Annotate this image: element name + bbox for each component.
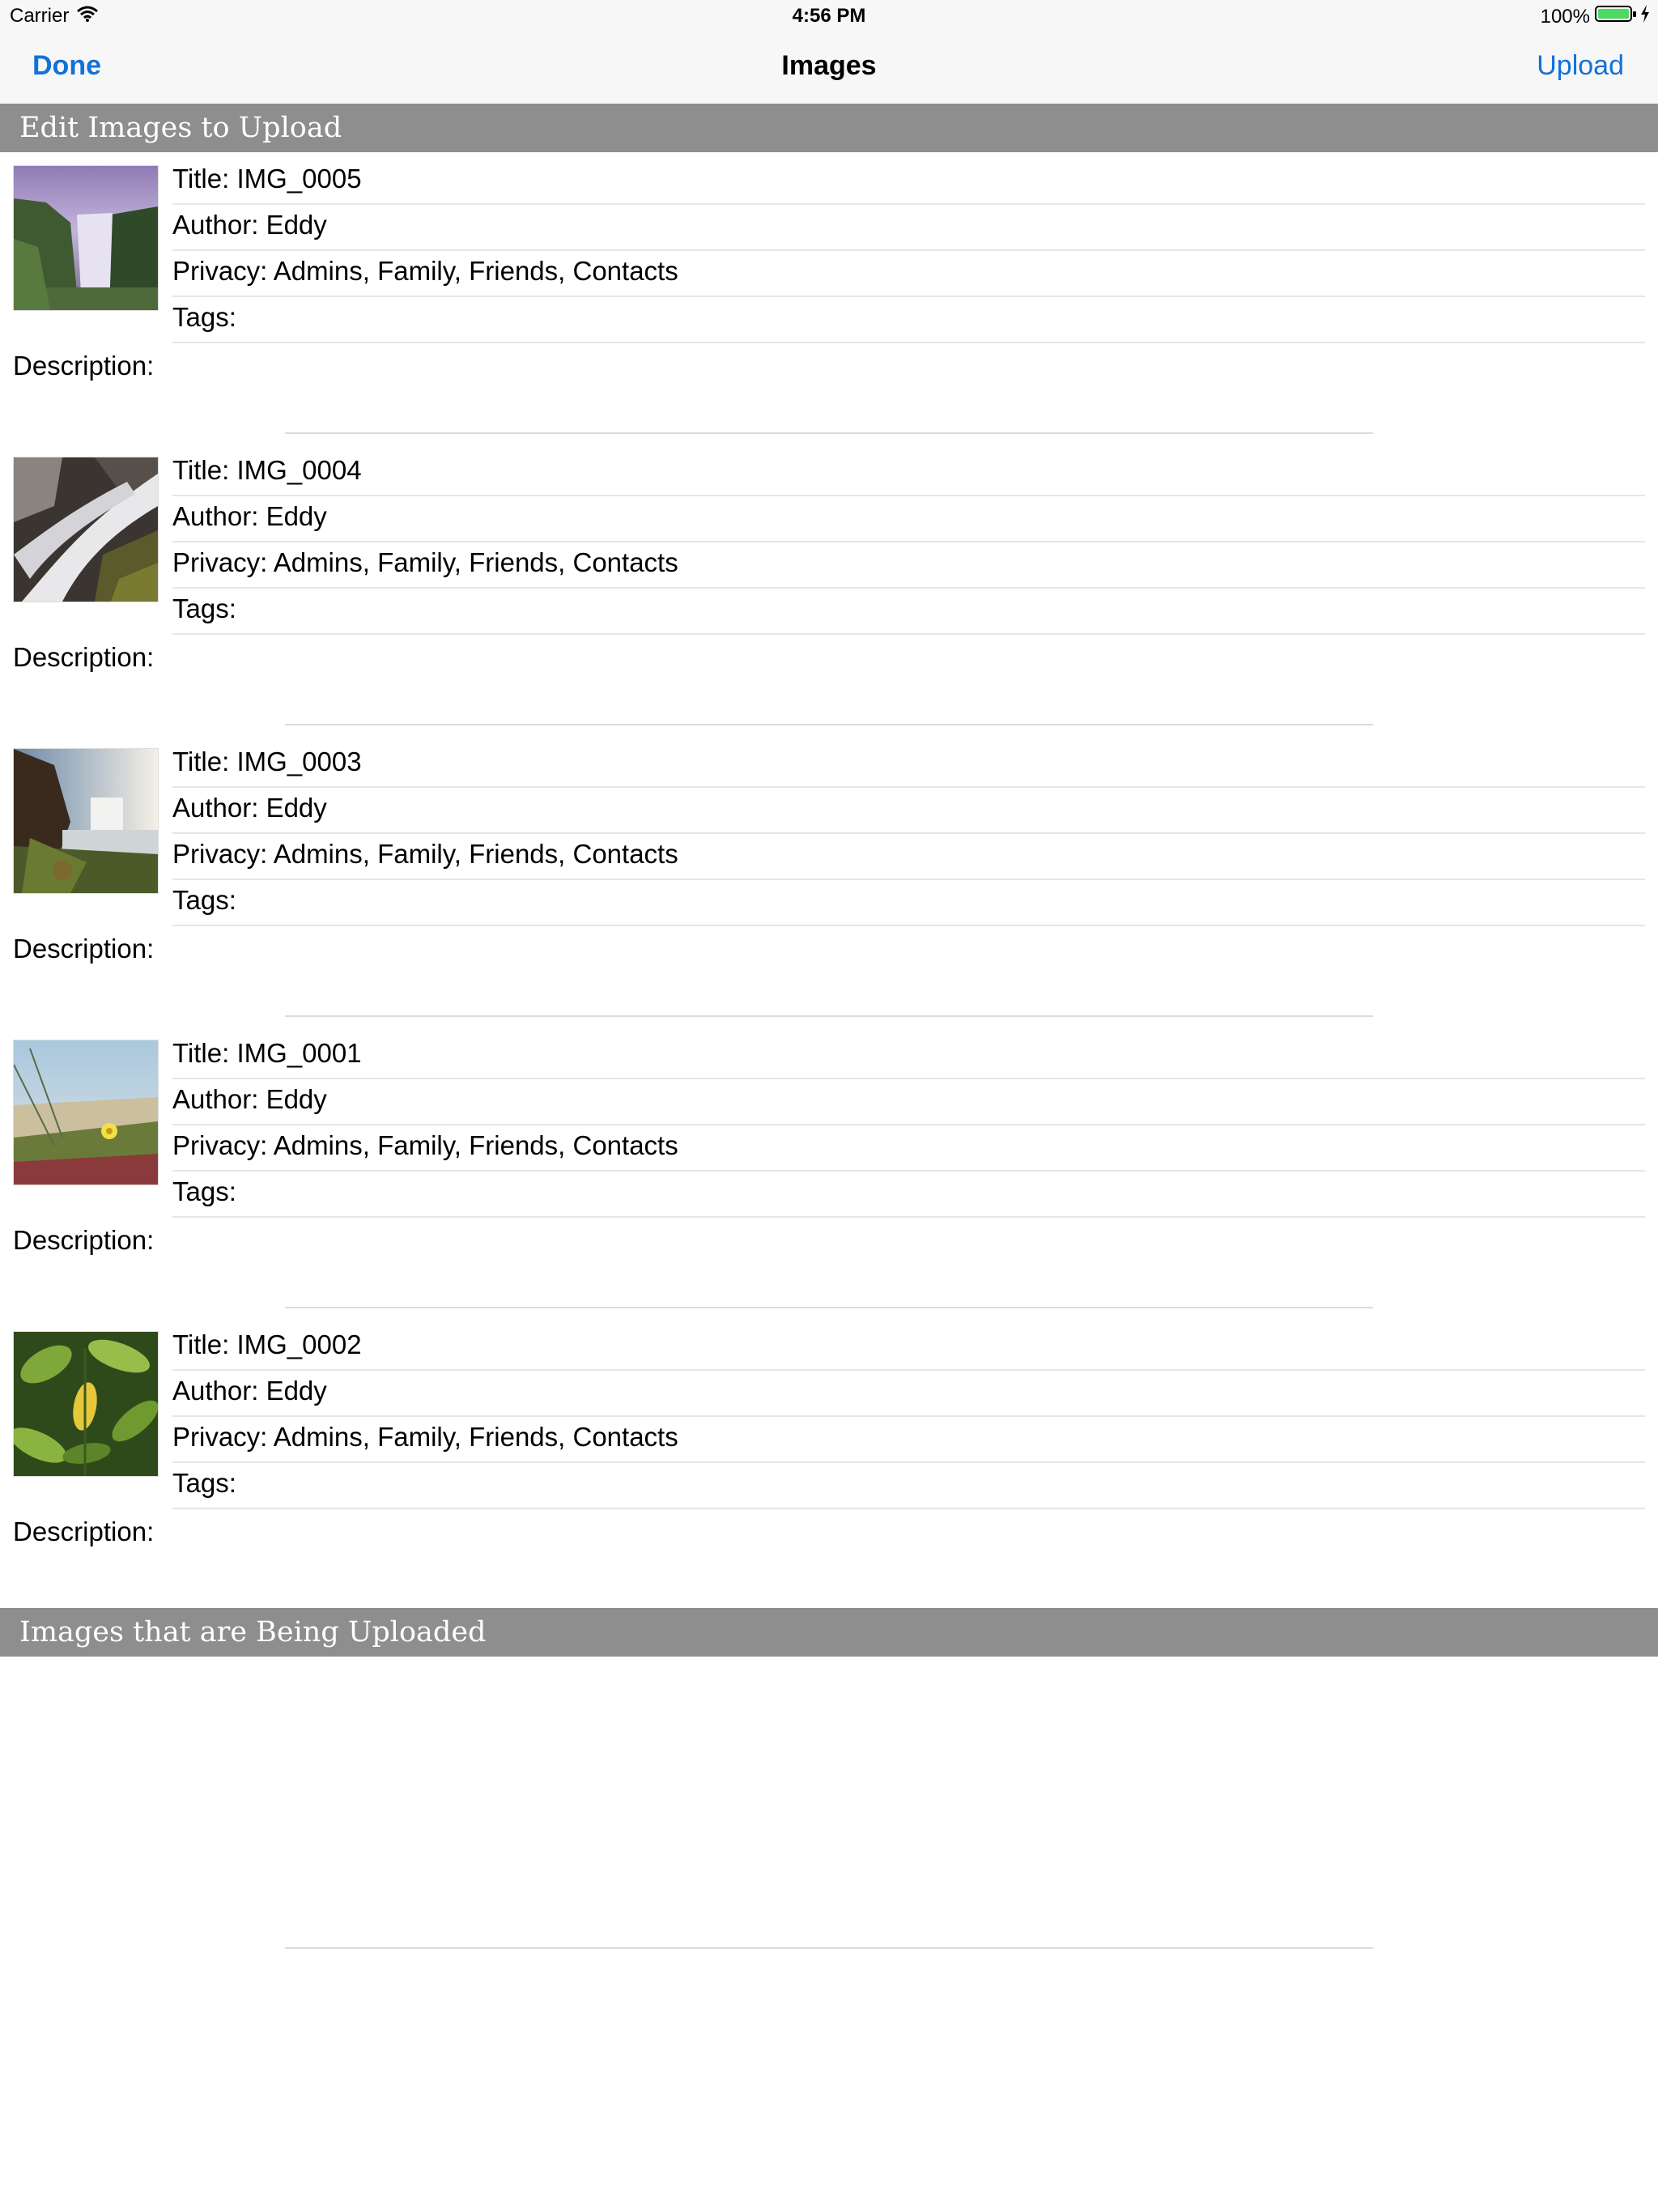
status-bar: Carrier 4:56 PM 100% [0,0,1658,32]
charging-bolt-icon [1640,5,1650,28]
thumbnail-image[interactable] [9,1331,159,1477]
image-row[interactable]: Title: IMG_0003 Author: Eddy Privacy: Ad… [0,735,1658,1027]
battery-indicator: 100% [1541,5,1650,28]
image-row[interactable]: Title: IMG_0005 Author: Eddy Privacy: Ad… [0,152,1658,444]
thumbnail-waterfall-cliff [14,749,158,893]
title-field[interactable]: Title: IMG_0005 [172,159,1645,205]
page-title: Images [781,50,877,81]
title-field[interactable]: Title: IMG_0004 [172,450,1645,496]
battery-icon [1595,5,1637,28]
uploading-images-list [0,1657,1658,1948]
tags-field[interactable]: Tags: [172,1463,1645,1509]
privacy-field[interactable]: Privacy: Admins, Family, Friends, Contac… [172,251,1645,297]
image-row[interactable]: Title: IMG_0002 Author: Eddy Privacy: Ad… [0,1318,1658,1610]
status-time: 4:56 PM [792,5,866,27]
description-label: Description: [13,642,155,672]
title-field[interactable]: Title: IMG_0002 [172,1325,1645,1371]
thumbnail-image[interactable] [13,165,159,311]
description-textarea[interactable] [172,347,1645,419]
row-divider [285,1307,1373,1308]
tags-field[interactable]: Tags: [172,1172,1645,1218]
tags-field[interactable]: Tags: [172,297,1645,343]
thumbnail-image[interactable] [13,748,159,894]
thumbnail-waterfall-purple-sky [14,166,158,310]
author-field[interactable]: Author: Eddy [172,1371,1645,1417]
tags-field[interactable]: Tags: [172,880,1645,926]
description-label: Description: [13,1516,155,1546]
section-header-edit: Edit Images to Upload [0,104,1658,152]
privacy-field[interactable]: Privacy: Admins, Family, Friends, Contac… [172,542,1645,589]
navigation-bar: Done Images Upload [0,32,1658,104]
section-header-uploading-label: Images that are Being Uploaded [19,1616,487,1648]
title-field[interactable]: Title: IMG_0001 [172,1033,1645,1079]
description-textarea[interactable] [172,638,1645,711]
row-divider [285,1015,1373,1017]
description-textarea[interactable] [172,1512,1645,1585]
app-window: Carrier 4:56 PM 100% Done Images Upload … [0,0,1658,2212]
privacy-field[interactable]: Privacy: Admins, Family, Friends, Contac… [172,1417,1645,1463]
privacy-field[interactable]: Privacy: Admins, Family, Friends, Contac… [172,1125,1645,1172]
description-textarea[interactable] [172,1221,1645,1294]
thumbnail-waterfall-rocks [14,457,158,602]
description-textarea[interactable] [172,929,1645,1002]
thumbnail-image[interactable] [13,457,159,602]
thumbnail-image[interactable] [13,1040,159,1185]
thumbnail-flower-dunes [13,1040,158,1185]
row-divider [285,432,1373,434]
description-label: Description: [13,1225,155,1255]
author-field[interactable]: Author: Eddy [172,788,1645,834]
author-field[interactable]: Author: Eddy [172,1079,1645,1125]
list-divider [285,1947,1373,1949]
row-divider [285,724,1373,725]
author-field[interactable]: Author: Eddy [172,205,1645,251]
privacy-field[interactable]: Privacy: Admins, Family, Friends, Contac… [172,834,1645,880]
title-field[interactable]: Title: IMG_0003 [172,742,1645,788]
image-row[interactable]: Title: IMG_0004 Author: Eddy Privacy: Ad… [0,444,1658,735]
thumbnail-green-leaves [9,1332,159,1476]
description-label: Description: [13,934,155,963]
author-field[interactable]: Author: Eddy [172,496,1645,542]
section-header-uploading: Images that are Being Uploaded [0,1608,1658,1657]
section-header-edit-label: Edit Images to Upload [19,112,342,144]
image-row[interactable]: Title: IMG_0001 Author: Eddy Privacy: Ad… [0,1027,1658,1318]
description-label: Description: [13,351,155,381]
tags-field[interactable]: Tags: [172,589,1645,635]
battery-percent: 100% [1540,5,1590,28]
upload-button[interactable]: Upload [1537,50,1624,82]
